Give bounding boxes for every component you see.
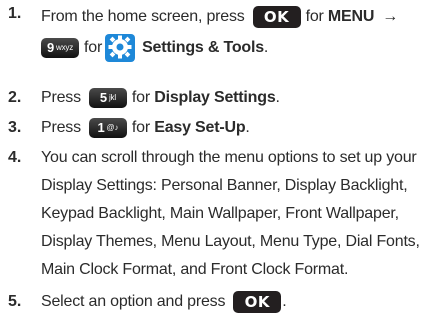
easy-setup-label: Easy Set-Up [154,119,246,136]
settings-tools-gear-icon [105,34,136,62]
arrow-icon: → [382,8,399,25]
step-text: for [305,8,324,25]
step-number: 4. [8,149,22,166]
paragraph-line: Keypad Backlight, Main Wallpaper, Front … [41,205,399,222]
step-text: for [84,39,103,56]
period: . [263,39,269,56]
paragraph-line: You can scroll through the menu options … [41,149,417,166]
ok-key-icon: OK [252,6,301,28]
key-1-icon: 1 @♪ [88,118,127,138]
step-text: for [131,89,150,106]
key-5-icon: 5 jkl [88,88,127,108]
period: . [282,293,287,310]
period: . [245,119,250,136]
step-number: 5. [8,293,22,310]
step-text: for [131,119,150,136]
step-number: 1. [8,5,22,22]
step-text: Select an option and press [41,293,226,310]
step-text: Press [41,89,81,106]
step-number: 2. [8,89,22,106]
key-9-icon: 9 wxyz [41,38,79,58]
step-text: Press [41,119,81,136]
step-text: From the home screen, press [41,8,245,25]
menu-label: MENU [327,8,375,25]
paragraph-line: Main Clock Format, and Front Clock Forma… [41,261,349,278]
period: . [275,89,280,106]
settings-tools-label: Settings & Tools [142,39,264,56]
display-settings-label: Display Settings [154,89,276,106]
paragraph-line: Display Settings: Personal Banner, Displ… [41,177,408,194]
paragraph-line: Display Themes, Menu Layout, Menu Type, … [41,233,420,250]
ok-key-icon: OK [233,291,282,313]
step-number: 3. [8,119,22,136]
